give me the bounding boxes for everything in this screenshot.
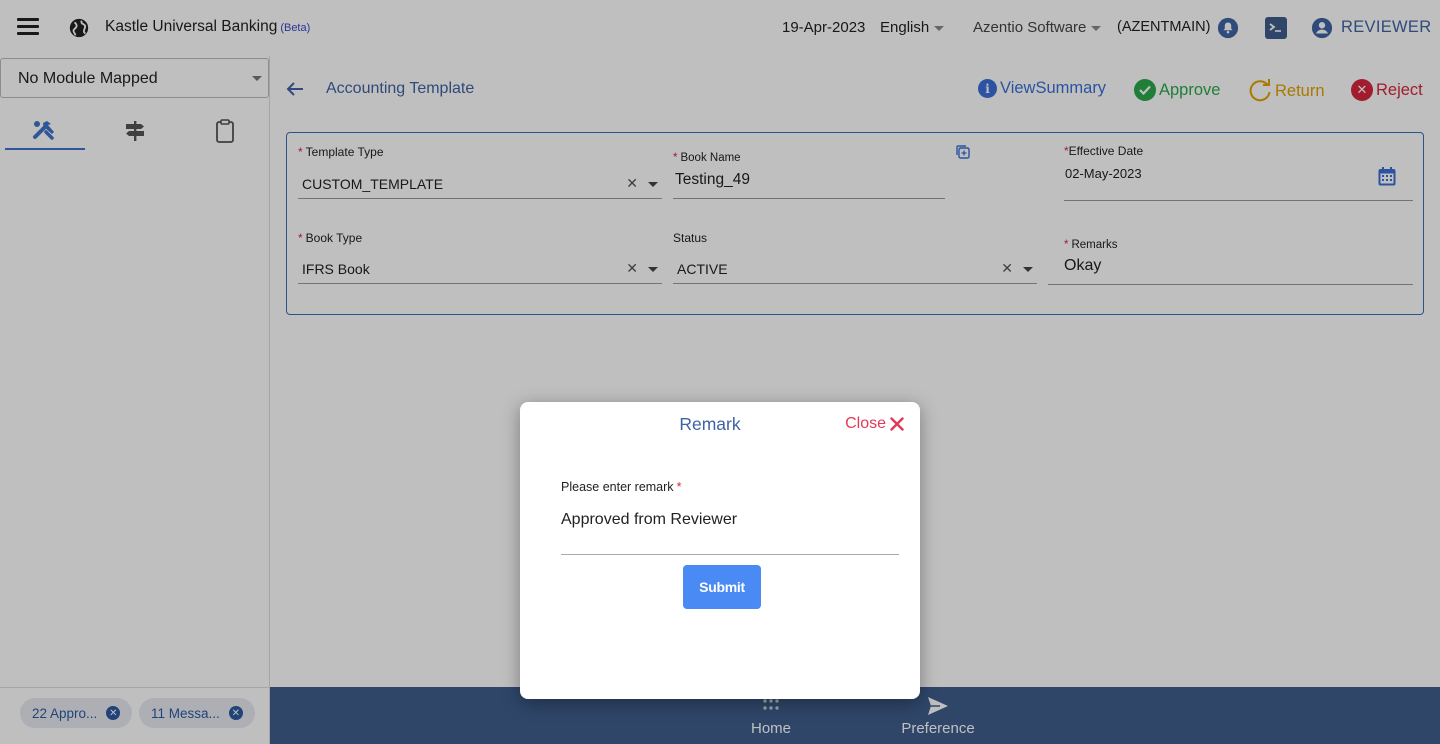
close-button[interactable]: Close (845, 415, 904, 433)
close-icon (890, 417, 904, 431)
remark-input[interactable]: Approved from Reviewer (561, 511, 737, 529)
remark-label: Please enter remark * (561, 480, 682, 494)
dialog-title: Remark (679, 414, 741, 434)
remark-underline (561, 554, 899, 555)
remark-dialog: Remark Close Please enter remark * Approv… (520, 402, 920, 699)
submit-button[interactable]: Submit (683, 565, 761, 609)
